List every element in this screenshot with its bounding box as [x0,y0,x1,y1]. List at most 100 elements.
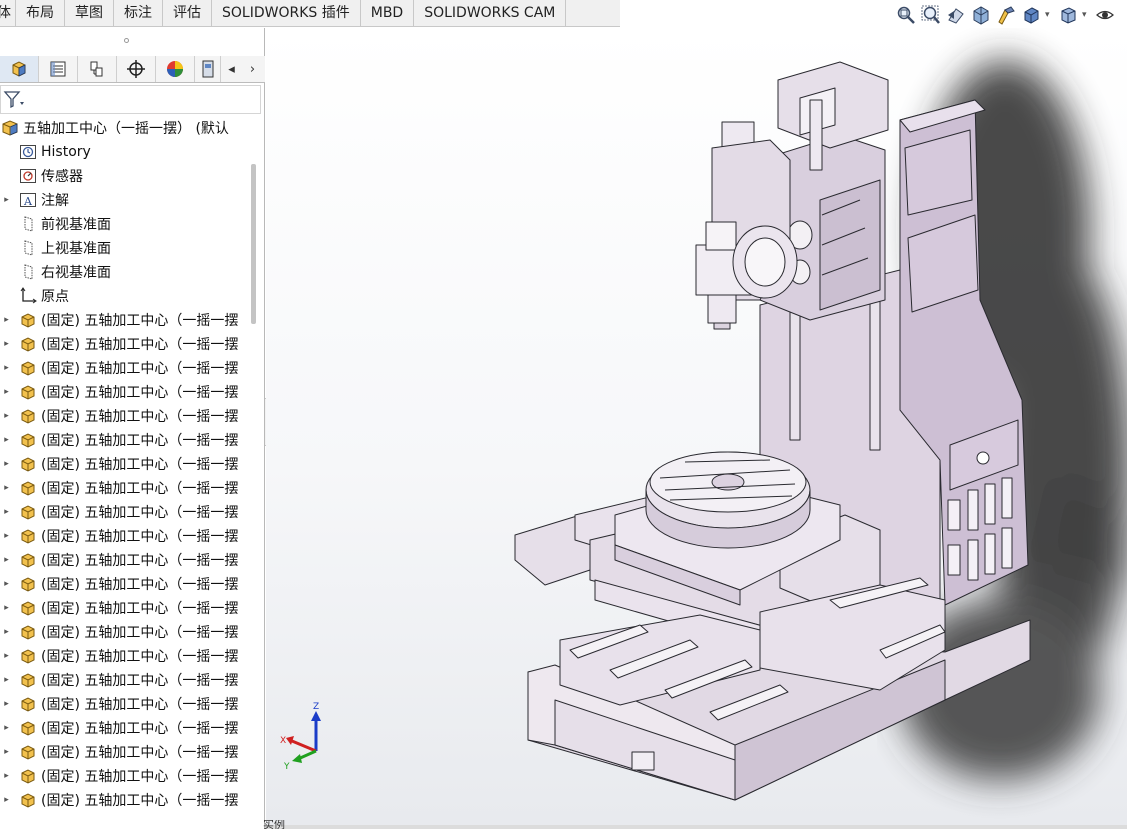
tree-item-component[interactable]: ▸ (固定) 五轴加工中心（一摇一摆 [0,572,252,596]
zoom-to-fit-icon[interactable] [895,4,917,26]
part-icon [18,718,38,738]
expand-arrow-icon[interactable]: ▸ [0,747,13,757]
tree-item-component[interactable]: ▸ (固定) 五轴加工中心（一摇一摆 [0,620,252,644]
component-label: (固定) 五轴加工中心（一摇一摆 [41,529,239,545]
display-style-icon[interactable] [1020,4,1042,26]
expand-arrow-icon[interactable]: ▸ [0,483,13,493]
part-icon [18,358,38,378]
expand-arrow-icon[interactable]: ▸ [0,339,13,349]
tree-item-top-plane[interactable]: 上视基准面 [0,236,252,260]
previous-view-icon[interactable] [945,4,967,26]
tree-item-component[interactable]: ▸ (固定) 五轴加工中心（一摇一摆 [0,308,252,332]
tab-evaluate[interactable]: 评估 [163,0,212,27]
tree-item-component[interactable]: ▸ (固定) 五轴加工中心（一摇一摆 [0,452,252,476]
tree-filter[interactable] [0,85,261,114]
part-icon [18,742,38,762]
tree-item-component[interactable]: ▸ (固定) 五轴加工中心（一摇一摆 [0,500,252,524]
tree-item-sensors[interactable]: 传感器 [0,164,252,188]
tab-mbd[interactable]: MBD [361,0,415,27]
expand-arrow-icon[interactable]: ▸ [0,579,13,589]
view-orientation-dropdown-icon[interactable]: ▾ [1082,10,1090,20]
triad-x-label: X [280,736,286,746]
plane-icon [18,238,38,258]
tree-item-component[interactable]: ▸ (固定) 五轴加工中心（一摇一摆 [0,476,252,500]
tree-item-component[interactable]: ▸ (固定) 五轴加工中心（一摇一摆 [0,404,252,428]
zoom-to-area-icon[interactable] [920,4,942,26]
tree-item-component[interactable]: ▸ (固定) 五轴加工中心（一摇一摆 [0,740,252,764]
expand-arrow-icon[interactable]: ▸ [0,531,13,541]
expand-arrow-icon[interactable]: ▸ [0,387,13,397]
displaymanager-icon[interactable] [156,56,195,82]
expand-arrow-icon[interactable]: ▸ [0,507,13,517]
propertymanager-icon[interactable] [39,56,78,82]
tree-item-component[interactable]: ▸ (固定) 五轴加工中心（一摇一摆 [0,596,252,620]
tree-item-component[interactable]: ▸ (固定) 五轴加工中心（一摇一摆 [0,788,252,812]
part-icon [18,622,38,642]
scroll-right-icon[interactable]: › [242,56,263,82]
expand-arrow-icon[interactable]: ▸ [0,555,13,565]
cam-icon[interactable] [195,56,221,82]
part-icon [18,766,38,786]
tree-item-right-plane[interactable]: 右视基准面 [0,260,252,284]
configurationmanager-icon[interactable] [78,56,117,82]
tab-solidworks-addins[interactable]: SOLIDWORKS 插件 [212,0,361,27]
sensor-icon [18,166,38,186]
expand-arrow-icon[interactable]: ▸ [0,627,13,637]
tab-solidworks-cam[interactable]: SOLIDWORKS CAM [414,0,567,27]
component-label: (固定) 五轴加工中心（一摇一摆 [41,577,239,593]
display-style-dropdown-icon[interactable]: ▾ [1045,10,1053,20]
scroll-left-icon[interactable]: ◂ [221,56,242,82]
five-axis-machining-center-model[interactable] [266,28,1127,825]
tree-item-annotations[interactable]: ▸ A 注解 [0,188,252,212]
featuremanager-icon[interactable] [0,56,39,82]
expand-arrow-icon[interactable]: ▸ [0,723,13,733]
filter-icon[interactable] [3,90,25,110]
graphics-area[interactable]: Z X Y [266,28,1127,825]
part-icon [18,670,38,690]
expand-arrow-icon[interactable]: ▸ [0,411,13,421]
tab-layout[interactable]: 布局 [16,0,65,27]
bottom-model-tab[interactable]: 实例 [263,820,321,829]
tree-item-component[interactable]: ▸ (固定) 五轴加工中心（一摇一摆 [0,524,252,548]
expand-arrow-icon[interactable]: ▸ [0,459,13,469]
section-view-icon[interactable] [970,4,992,26]
view-orientation-icon[interactable] [1057,4,1079,26]
expand-arrow-icon[interactable]: ▸ [0,771,13,781]
tab-markup[interactable]: 标注 [114,0,163,27]
tree-item-origin[interactable]: 原点 [0,284,252,308]
hide-show-icon[interactable] [1094,4,1116,26]
tree-item-component[interactable]: ▸ (固定) 五轴加工中心（一摇一摆 [0,548,252,572]
panel-grip-icon[interactable] [124,38,129,43]
tree-item-component[interactable]: ▸ (固定) 五轴加工中心（一摇一摆 [0,668,252,692]
tree-item-history[interactable]: History [0,140,252,164]
tree-item-component[interactable]: ▸ (固定) 五轴加工中心（一摇一摆 [0,380,252,404]
expand-arrow-icon[interactable]: ▸ [0,651,13,661]
tree-scrollbar[interactable] [251,164,256,324]
dynamic-annotation-icon[interactable] [995,4,1017,26]
tree-item-component[interactable]: ▸ (固定) 五轴加工中心（一摇一摆 [0,644,252,668]
part-icon [18,310,38,330]
expand-arrow-icon[interactable]: ▸ [0,363,13,373]
tree-item-component[interactable]: ▸ (固定) 五轴加工中心（一摇一摆 [0,692,252,716]
tree-item-component[interactable]: ▸ (固定) 五轴加工中心（一摇一摆 [0,428,252,452]
expand-arrow-icon[interactable]: ▸ [0,315,13,325]
expand-arrow-icon[interactable]: ▸ [0,675,13,685]
manager-tabs: ◂ › [0,56,265,83]
tree-item-component[interactable]: ▸ (固定) 五轴加工中心（一摇一摆 [0,716,252,740]
expand-arrow-icon[interactable]: ▸ [0,195,13,205]
expand-arrow-icon[interactable]: ▸ [0,699,13,709]
expand-arrow-icon[interactable]: ▸ [0,435,13,445]
triad-y-label: Y [283,762,290,771]
part-icon [18,382,38,402]
tree-item-front-plane[interactable]: 前视基准面 [0,212,252,236]
dimxpert-icon[interactable] [117,56,156,82]
tree-item-component[interactable]: ▸ (固定) 五轴加工中心（一摇一摆 [0,764,252,788]
tab-sketch[interactable]: 草图 [65,0,114,27]
component-label: (固定) 五轴加工中心（一摇一摆 [41,481,239,497]
expand-arrow-icon[interactable]: ▸ [0,795,13,805]
tab-body[interactable]: 体 [0,0,16,27]
tree-item-component[interactable]: ▸ (固定) 五轴加工中心（一摇一摆 [0,356,252,380]
expand-arrow-icon[interactable]: ▸ [0,603,13,613]
tree-root-assembly[interactable]: 五轴加工中心（一摇一摆） (默认 [0,116,252,140]
tree-item-component[interactable]: ▸ (固定) 五轴加工中心（一摇一摆 [0,332,252,356]
